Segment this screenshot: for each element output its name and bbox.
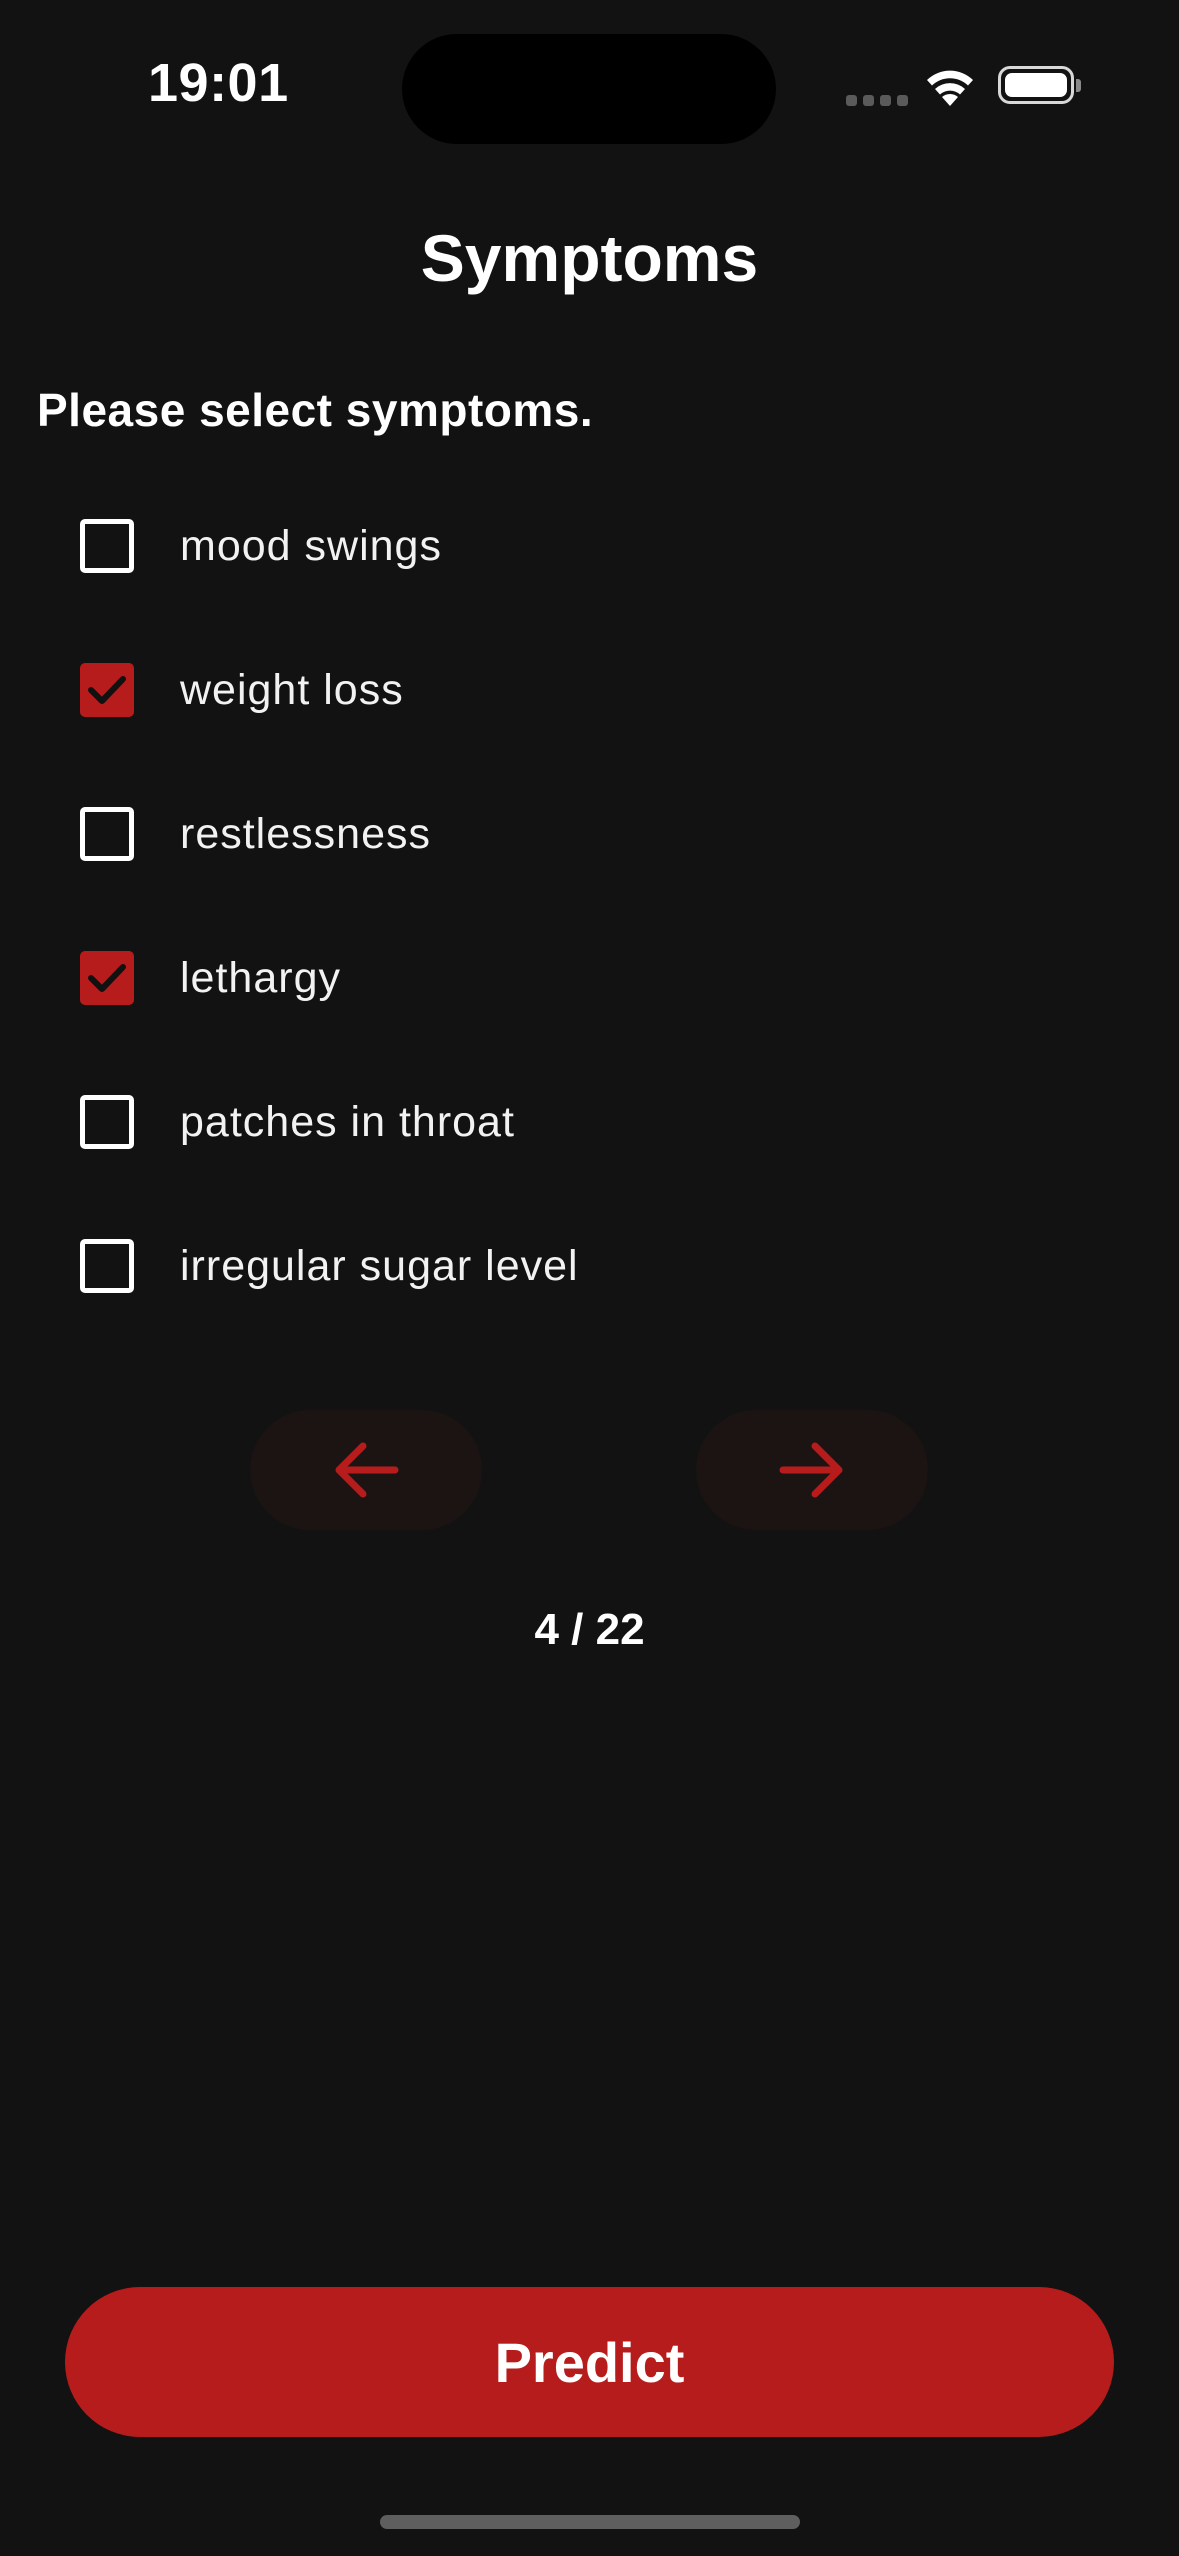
checkbox[interactable] [80, 1239, 134, 1293]
battery-icon [998, 66, 1081, 104]
checkbox[interactable] [80, 663, 134, 717]
symptom-item-patches-in-throat[interactable]: patches in throat [80, 1050, 1080, 1194]
page-indicator: 4 / 22 [534, 1605, 645, 1654]
checkbox[interactable] [80, 807, 134, 861]
symptom-item-mood-swings[interactable]: mood swings [80, 474, 1080, 618]
page-title: Symptoms [420, 221, 759, 295]
wifi-icon [922, 66, 978, 113]
cellular-signal-icon [846, 95, 908, 106]
symptom-label: weight loss [180, 665, 404, 714]
previous-page-button[interactable] [250, 1410, 482, 1530]
symptom-label: restlessness [180, 809, 431, 858]
symptom-item-weight-loss[interactable]: weight loss [80, 618, 1080, 762]
checkbox[interactable] [80, 519, 134, 573]
symptom-list: mood swings weight loss restlessness let… [80, 474, 1080, 1338]
symptom-label: patches in throat [180, 1097, 515, 1146]
checkbox[interactable] [80, 1095, 134, 1149]
home-indicator [380, 2515, 800, 2529]
symptom-label: lethargy [180, 953, 341, 1002]
status-time: 19:01 [148, 53, 289, 113]
predict-button[interactable]: Predict [65, 2287, 1114, 2437]
symptom-label: mood swings [180, 521, 442, 570]
symptom-label: irregular sugar level [180, 1241, 579, 1290]
status-bar: 19:01 [0, 0, 1179, 170]
arrow-right-icon [779, 1442, 843, 1498]
arrow-left-icon [335, 1442, 399, 1498]
checkbox[interactable] [80, 951, 134, 1005]
dynamic-island [402, 34, 776, 144]
instruction-text: Please select symptoms. [37, 384, 594, 436]
next-page-button[interactable] [696, 1410, 928, 1530]
checkmark-icon [88, 964, 126, 992]
checkmark-icon [88, 676, 126, 704]
symptom-item-restlessness[interactable]: restlessness [80, 762, 1080, 906]
symptom-item-irregular-sugar-level[interactable]: irregular sugar level [80, 1194, 1080, 1338]
symptom-item-lethargy[interactable]: lethargy [80, 906, 1080, 1050]
